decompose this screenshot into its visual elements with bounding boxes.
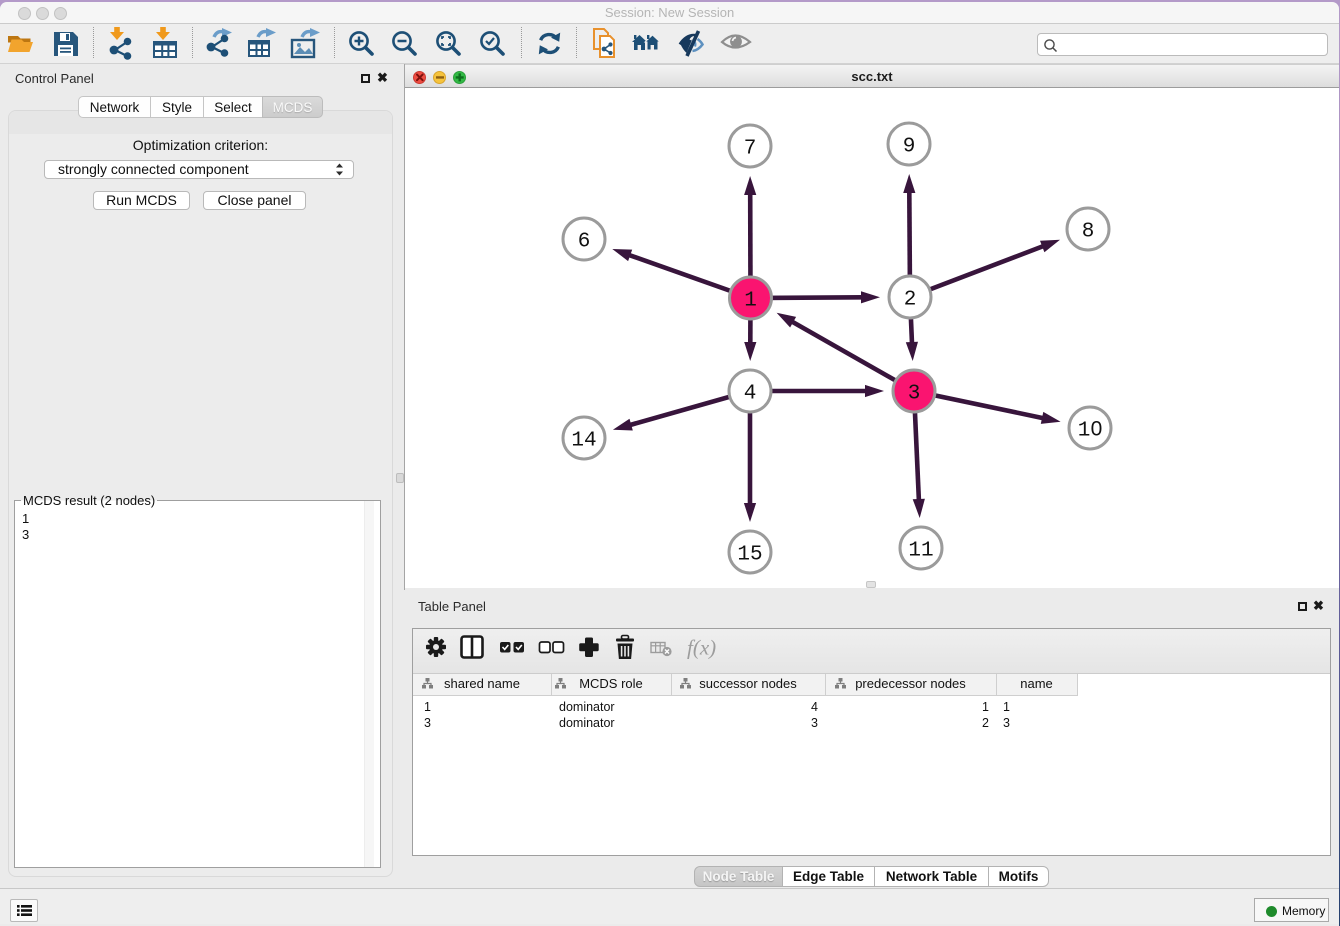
svg-text:1: 1 [1078, 420, 1091, 443]
svg-text:14: 14 [571, 430, 596, 453]
svg-text:15: 15 [737, 544, 762, 567]
svg-text:9: 9 [903, 136, 916, 159]
svg-text:4: 4 [744, 383, 757, 406]
svg-text:0: 0 [1091, 418, 1103, 441]
svg-text:11: 11 [908, 540, 933, 563]
svg-text:8: 8 [1082, 221, 1095, 244]
svg-text:7: 7 [744, 138, 757, 161]
svg-text:1: 1 [744, 290, 757, 313]
svg-text:f(x): f(x) [687, 636, 716, 660]
svg-text:2: 2 [904, 289, 917, 312]
svg-text:6: 6 [578, 231, 591, 254]
svg-text:3: 3 [908, 383, 921, 406]
